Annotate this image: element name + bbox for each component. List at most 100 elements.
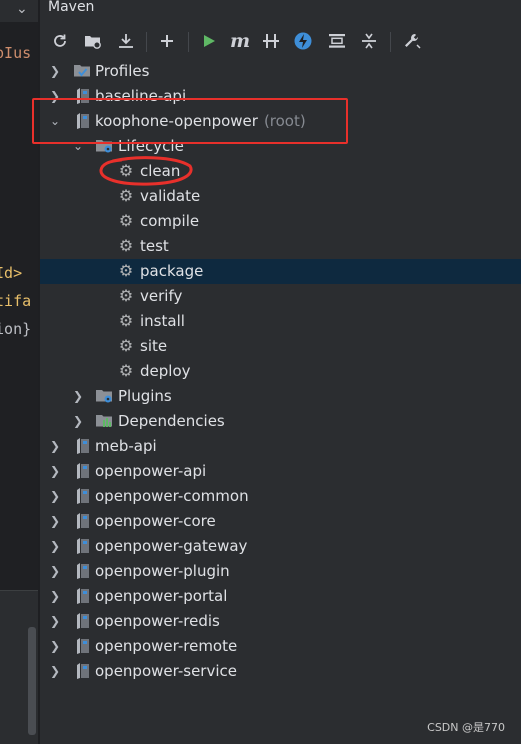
gear-icon: ⚙: [118, 186, 134, 205]
tree-item-module[interactable]: ❯ meb-api: [40, 434, 521, 459]
tree-item-module[interactable]: ❯ openpower-remote: [40, 634, 521, 659]
maven-module-icon: [75, 462, 93, 480]
annotation-highlight-box: [32, 98, 348, 144]
tree-item-label: meb-api: [95, 437, 157, 455]
watermark-text: CSDN @是770: [427, 721, 505, 734]
generate-sources-icon[interactable]: [81, 28, 105, 54]
gear-icon: ⚙: [118, 211, 134, 230]
chevron-right-icon[interactable]: ❯: [48, 612, 62, 630]
chevron-right-icon[interactable]: ❯: [48, 562, 62, 580]
tree-item-label: install: [140, 312, 185, 330]
chevron-right-icon[interactable]: ❯: [71, 387, 85, 405]
chevron-right-icon[interactable]: ❯: [48, 462, 62, 480]
maven-module-icon: [75, 637, 93, 655]
maven-toolbar: m: [40, 28, 521, 56]
code-line: sion}: [0, 320, 32, 338]
scrollbar[interactable]: [28, 627, 36, 735]
tree-item-label: package: [140, 262, 204, 280]
maven-module-icon: [75, 487, 93, 505]
lifecycle-goal-install[interactable]: ⚙ install: [40, 309, 521, 334]
tree-item-module[interactable]: ❯ openpower-common: [40, 484, 521, 509]
panel-header: Maven: [40, 0, 521, 22]
execute-goal-icon[interactable]: m: [228, 28, 252, 54]
tree-item-module[interactable]: ❯ openpower-redis: [40, 609, 521, 634]
maven-module-icon: [75, 537, 93, 555]
chevron-right-icon[interactable]: ❯: [48, 537, 62, 555]
maven-module-icon: [75, 662, 93, 680]
panel-title: Maven: [48, 0, 95, 15]
skip-tests-icon[interactable]: [291, 28, 315, 54]
tree-item-label: openpower-plugin: [95, 562, 230, 580]
chevron-right-icon[interactable]: ❯: [48, 662, 62, 680]
lifecycle-goal-package[interactable]: ⚙ package: [40, 259, 521, 284]
maven-module-icon: [75, 587, 93, 605]
gear-icon: ⚙: [118, 361, 134, 380]
chevron-down-icon[interactable]: ⌄: [16, 1, 28, 17]
tree-item-profiles[interactable]: ❯ Profiles: [40, 59, 521, 84]
settings-wrench-icon[interactable]: [400, 28, 424, 54]
code-line: rtifa: [0, 292, 32, 310]
tree-item-module[interactable]: ❯ openpower-service: [40, 659, 521, 684]
gear-icon: ⚙: [118, 236, 134, 255]
download-icon[interactable]: [114, 28, 138, 54]
maven-module-icon: [75, 512, 93, 530]
lifecycle-goal-verify[interactable]: ⚙ verify: [40, 284, 521, 309]
reload-icon[interactable]: [48, 28, 72, 54]
tree-item-label: compile: [140, 212, 200, 230]
lifecycle-goal-site[interactable]: ⚙ site: [40, 334, 521, 359]
code-line: oId>: [0, 264, 23, 282]
add-icon[interactable]: [155, 28, 179, 54]
chevron-right-icon[interactable]: ❯: [48, 512, 62, 530]
lifecycle-goal-deploy[interactable]: ⚙ deploy: [40, 359, 521, 384]
tree-item-label: openpower-service: [95, 662, 237, 680]
tree-item-module[interactable]: ❯ openpower-core: [40, 509, 521, 534]
collapse-all-icon[interactable]: [357, 28, 381, 54]
chevron-right-icon[interactable]: ❯: [48, 487, 62, 505]
bottom-tool-window: [0, 590, 38, 744]
tree-item-label: openpower-redis: [95, 612, 220, 630]
chevron-right-icon[interactable]: ❯: [48, 62, 62, 80]
gear-icon: ⚙: [118, 311, 134, 330]
tree-item-label: Plugins: [118, 387, 172, 405]
tree-item-module[interactable]: ❯ openpower-portal: [40, 584, 521, 609]
tree-item-module[interactable]: ❯ openpower-gateway: [40, 534, 521, 559]
chevron-right-icon[interactable]: ❯: [48, 587, 62, 605]
toggle-offline-icon[interactable]: [259, 28, 283, 54]
show-dependencies-icon[interactable]: [325, 28, 349, 54]
tree-item-label: openpower-core: [95, 512, 216, 530]
editor-tab-strip: ⌄: [0, 0, 38, 22]
maven-module-icon: [75, 437, 93, 455]
chevron-right-icon[interactable]: ❯: [48, 637, 62, 655]
tree-item-label: validate: [140, 187, 201, 205]
dependencies-folder-icon: [95, 412, 113, 430]
tree-item-plugins[interactable]: ❯ Plugins: [40, 384, 521, 409]
tree-item-label: openpower-common: [95, 487, 249, 505]
tree-item-label: deploy: [140, 362, 191, 380]
tree-item-label: openpower-portal: [95, 587, 228, 605]
tree-item-label: Dependencies: [118, 412, 225, 430]
tree-item-label: Profiles: [95, 62, 150, 80]
annotation-highlight-ellipse: [99, 156, 193, 186]
plugins-folder-icon: [95, 387, 113, 405]
maven-module-icon: [75, 562, 93, 580]
tree-item-dependencies[interactable]: ❯ Dependencies: [40, 409, 521, 434]
chevron-right-icon[interactable]: ❯: [48, 437, 62, 455]
gear-icon: ⚙: [118, 286, 134, 305]
gear-icon: ⚙: [118, 336, 134, 355]
lifecycle-goal-compile[interactable]: ⚙ compile: [40, 209, 521, 234]
tree-item-label: openpower-gateway: [95, 537, 248, 555]
tree-item-label: openpower-remote: [95, 637, 238, 655]
tree-item-module[interactable]: ❯ openpower-plugin: [40, 559, 521, 584]
gear-icon: ⚙: [118, 261, 134, 280]
run-icon[interactable]: [197, 28, 221, 54]
lifecycle-goal-test[interactable]: ⚙ test: [40, 234, 521, 259]
maven-module-icon: [75, 612, 93, 630]
tree-item-label: site: [140, 337, 168, 355]
tree-item-module[interactable]: ❯ openpower-api: [40, 459, 521, 484]
tree-item-label: openpower-api: [95, 462, 207, 480]
tree-item-label: test: [140, 237, 169, 255]
profiles-icon: [73, 62, 91, 80]
chevron-right-icon[interactable]: ❯: [71, 412, 85, 430]
code-line: opIus: [0, 44, 32, 62]
tree-item-label: verify: [140, 287, 183, 305]
